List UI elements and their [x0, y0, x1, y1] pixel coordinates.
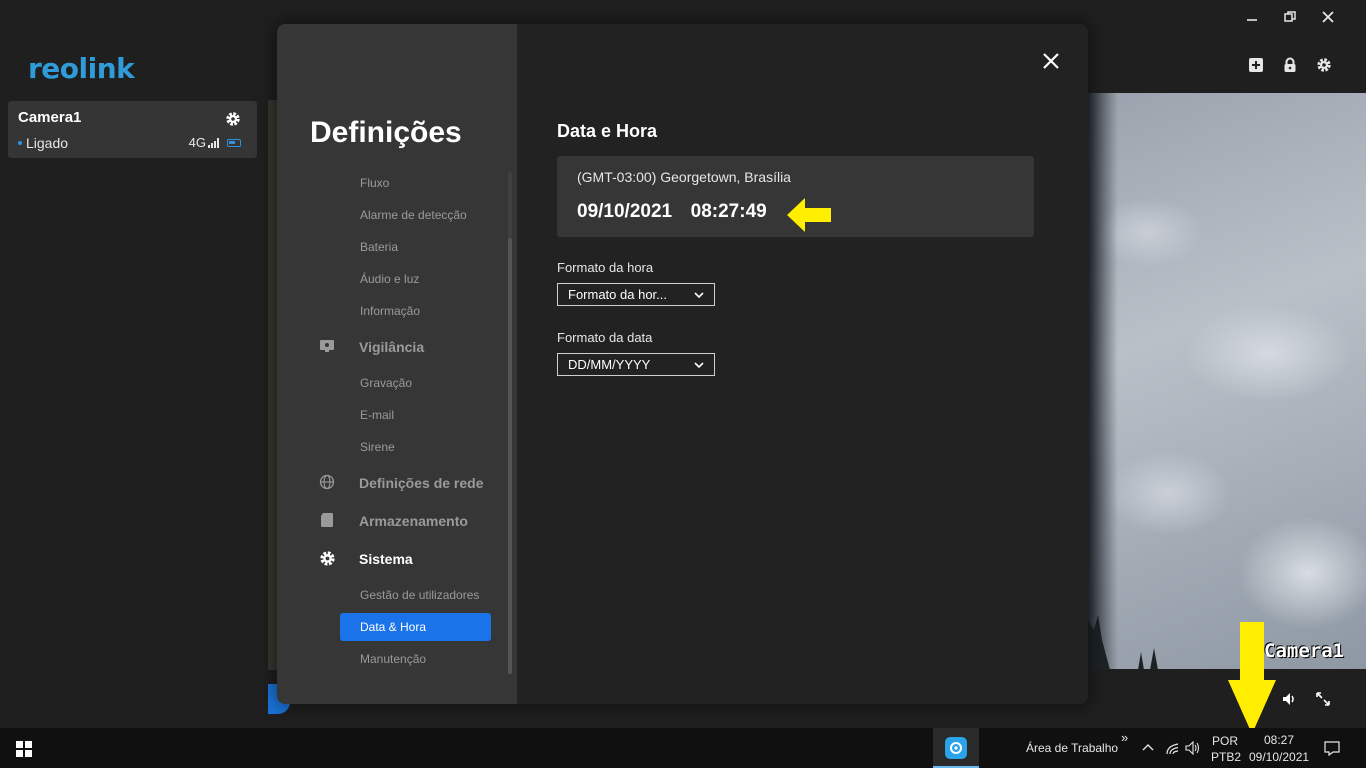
camera-list-item[interactable]: Camera1 Ligado 4G: [8, 101, 257, 158]
gear-icon[interactable]: [1315, 56, 1333, 74]
nav-item-email[interactable]: E-mail: [360, 408, 394, 422]
minimize-button[interactable]: [1244, 10, 1260, 27]
timezone-name: (GMT-03:00) Georgetown, Brasília: [577, 169, 791, 185]
toolbar-overflow-icon[interactable]: »: [1121, 730, 1128, 745]
camera-name: Camera1: [18, 109, 82, 126]
nav-section-rede[interactable]: Definições de rede: [359, 475, 484, 491]
signal-bars-icon: [208, 137, 219, 148]
close-window-button[interactable]: [1320, 10, 1336, 27]
input-language-top[interactable]: POR: [1212, 734, 1238, 748]
network-type: 4G: [188, 135, 206, 150]
wifi-icon[interactable]: [1165, 740, 1181, 756]
settings-sidebar: Definições Fluxo Alarme de detecção Bate…: [277, 24, 517, 704]
clock-time[interactable]: 08:27: [1264, 733, 1294, 747]
camera-status: Ligado: [18, 135, 68, 151]
monitor-icon: [318, 337, 336, 355]
section-title: Data e Hora: [557, 121, 658, 141]
nav-item-bateria[interactable]: Bateria: [360, 240, 398, 254]
volume-icon[interactable]: [1185, 740, 1201, 756]
lock-icon[interactable]: [1281, 56, 1299, 74]
time-format-value: Formato da hor...: [568, 287, 667, 302]
nav-item-utilizadores[interactable]: Gestão de utilizadores: [360, 588, 479, 602]
nav-section-armazenamento[interactable]: Armazenamento: [359, 513, 468, 529]
nav-item-gravacao[interactable]: Gravação: [360, 376, 412, 390]
tree-silhouette: [1088, 615, 1158, 670]
chevron-down-icon: [694, 361, 704, 368]
live-view-controls: [1280, 690, 1332, 708]
camera-view-shadow: [1088, 93, 1118, 669]
windows-start-icon[interactable]: [16, 741, 32, 757]
clock-date[interactable]: 09/10/2021: [1249, 750, 1309, 764]
camera-signal: 4G: [189, 135, 241, 150]
input-language-bottom[interactable]: PTB2: [1211, 750, 1241, 764]
windows-taskbar: Área de Trabalho » POR PTB2 08:27 09/10/…: [0, 728, 1366, 768]
status-dot-icon: [18, 141, 22, 145]
battery-icon: [227, 138, 241, 147]
reolink-app-icon: [945, 737, 967, 759]
taskbar-reolink-app[interactable]: [933, 728, 979, 768]
camera-settings-gear-icon[interactable]: [225, 111, 241, 127]
settings-title: Definições: [310, 116, 462, 149]
fullscreen-icon[interactable]: [1314, 690, 1332, 708]
date-format-value: DD/MM/YYYY: [568, 357, 651, 372]
close-dialog-button[interactable]: [1042, 52, 1062, 72]
settings-dialog: Definições Fluxo Alarme de detecção Bate…: [277, 24, 1088, 704]
nav-item-audio[interactable]: Áudio e luz: [360, 272, 419, 286]
restore-button[interactable]: [1282, 10, 1298, 27]
camera-overlay-label: Camera1: [1264, 640, 1345, 662]
add-device-icon[interactable]: [1247, 56, 1265, 74]
settings-content: Data e Hora (GMT-03:00) Georgetown, Bras…: [517, 24, 1088, 704]
nav-item-manutencao[interactable]: Manutenção: [360, 652, 426, 666]
show-hidden-icons-chevron-up-icon[interactable]: [1140, 740, 1156, 756]
nav-item-alarme[interactable]: Alarme de detecção: [360, 208, 467, 222]
storage-card-icon: [318, 511, 336, 529]
globe-icon: [318, 473, 336, 491]
nav-section-sistema[interactable]: Sistema: [359, 551, 413, 567]
camera-live-view[interactable]: [1088, 93, 1366, 669]
nav-item-informacao[interactable]: Informação: [360, 304, 420, 318]
window-controls: [1244, 10, 1336, 27]
nav-section-vigilancia[interactable]: Vigilância: [359, 339, 424, 355]
date-format-label: Formato da data: [557, 330, 653, 345]
current-datetime: 09/10/2021 08:27:49: [577, 201, 767, 222]
notifications-icon[interactable]: [1324, 740, 1340, 756]
nav-item-data-hora-label: Data & Hora: [360, 620, 427, 634]
sidebar-scrollbar-thumb[interactable]: [508, 238, 512, 674]
time-format-select[interactable]: Formato da hor...: [557, 283, 715, 306]
yellow-arrow-down-annotation: [1228, 622, 1276, 734]
system-gear-icon: [318, 549, 336, 567]
date-format-select[interactable]: DD/MM/YYYY: [557, 353, 715, 376]
camera-status-text: Ligado: [26, 135, 69, 151]
desktop-toolbar-label[interactable]: Área de Trabalho: [1026, 741, 1118, 755]
time-format-label: Formato da hora: [557, 260, 654, 275]
yellow-arrow-left-annotation: [787, 198, 831, 232]
top-toolbar: [1247, 56, 1333, 74]
reolink-logo: reolink: [28, 52, 135, 85]
nav-item-fluxo[interactable]: Fluxo: [360, 176, 389, 190]
nav-item-sirene[interactable]: Sirene: [360, 440, 395, 454]
chevron-down-icon: [694, 291, 704, 298]
speaker-icon[interactable]: [1280, 690, 1298, 708]
